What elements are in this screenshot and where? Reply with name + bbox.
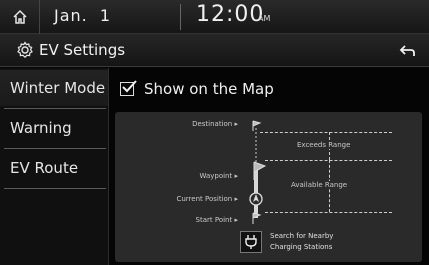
charger-plug-icon (245, 235, 257, 249)
sidebar-divider (4, 148, 106, 149)
home-button[interactable] (0, 0, 40, 34)
start-point-label: Start Point ▸ (195, 216, 238, 224)
sidebar-item-label: Winter Mode (10, 79, 106, 97)
back-arrow-icon (399, 44, 415, 56)
status-divider (180, 4, 181, 30)
destination-label: Destination ▸ (192, 120, 238, 128)
checkmark-icon (122, 80, 137, 93)
sidebar: Winter Mode Warning EV Route (0, 68, 108, 265)
exceeds-range-label: Exceeds Range (295, 141, 353, 149)
range-line-top (260, 132, 392, 133)
search-charging-stations-button[interactable] (240, 231, 262, 253)
back-button[interactable] (387, 34, 429, 67)
sidebar-divider (4, 108, 106, 109)
show-on-map-option[interactable]: Show on the Map (110, 70, 429, 108)
ev-range-diagram: Destination ▸ Waypoint ▸ Current Positio… (115, 112, 422, 262)
sidebar-item-ev-route[interactable]: EV Route (0, 150, 108, 186)
current-position-label: Current Position ▸ (176, 195, 238, 203)
available-range-label: Available Range (289, 181, 350, 189)
start-flag-icon (252, 212, 262, 224)
date-display: Jan. 1 (54, 6, 112, 25)
waypoint-label: Waypoint ▸ (199, 172, 238, 180)
home-icon (12, 9, 27, 24)
content-divider (108, 68, 109, 265)
sidebar-item-warning[interactable]: Warning (0, 110, 108, 146)
clock-ampm: AM (258, 14, 271, 23)
sidebar-item-label: EV Route (10, 159, 79, 177)
sidebar-item-winter-mode[interactable]: Winter Mode (0, 70, 108, 106)
route-line-graphic (249, 120, 267, 224)
range-line-bottom (265, 212, 392, 213)
sidebar-divider (4, 188, 106, 189)
title-bar: EV Settings (0, 34, 429, 67)
status-bar: Jan. 1 12:00 AM (0, 0, 429, 34)
show-on-map-checkbox[interactable] (120, 80, 137, 96)
show-on-map-label: Show on the Map (144, 80, 274, 98)
page-title: EV Settings (39, 41, 126, 59)
gear-icon (16, 41, 34, 63)
sidebar-item-label: Warning (10, 119, 72, 137)
search-charging-stations-label: Search for Nearby Charging Stations (270, 232, 334, 251)
clock-time: 12:00 (196, 2, 265, 27)
